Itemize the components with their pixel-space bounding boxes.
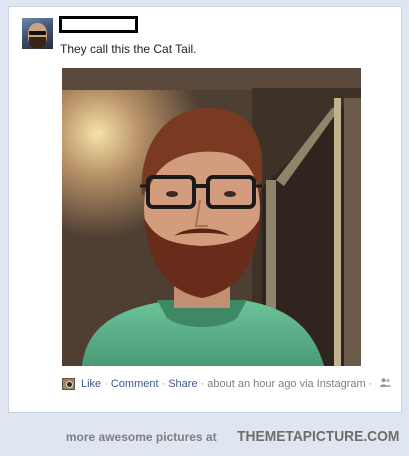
share-link[interactable]: Share	[168, 378, 197, 390]
comment-link[interactable]: Comment	[111, 378, 159, 390]
separator: ·	[104, 378, 108, 390]
avatar[interactable]	[22, 18, 53, 49]
watermark-text: more awesome pictures at	[65, 430, 217, 444]
people-icon[interactable]	[380, 378, 392, 390]
like-link[interactable]: Like	[81, 378, 101, 390]
separator: ·	[161, 378, 166, 390]
watermark-brand: THEMETAPICTURE.COM	[236, 428, 399, 445]
post-footer: Like · Comment · Share · about an hour a…	[62, 378, 392, 390]
post-card: They call this the Cat Tail. Like · Comm…	[8, 6, 402, 413]
photo-illustration	[62, 68, 361, 366]
avatar-beard	[29, 37, 46, 48]
instagram-icon[interactable]	[62, 378, 75, 390]
watermark: more awesome pictures at THEMETAPICTURE.…	[66, 428, 399, 445]
post-text: They call this the Cat Tail.	[60, 42, 197, 56]
timestamp[interactable]: about an hour ago via Instagram	[207, 378, 365, 390]
avatar-glasses	[29, 31, 46, 35]
redacted-author-name	[59, 16, 138, 33]
separator: ·	[368, 378, 373, 390]
separator: ·	[200, 378, 205, 390]
post-photo[interactable]	[62, 68, 361, 366]
